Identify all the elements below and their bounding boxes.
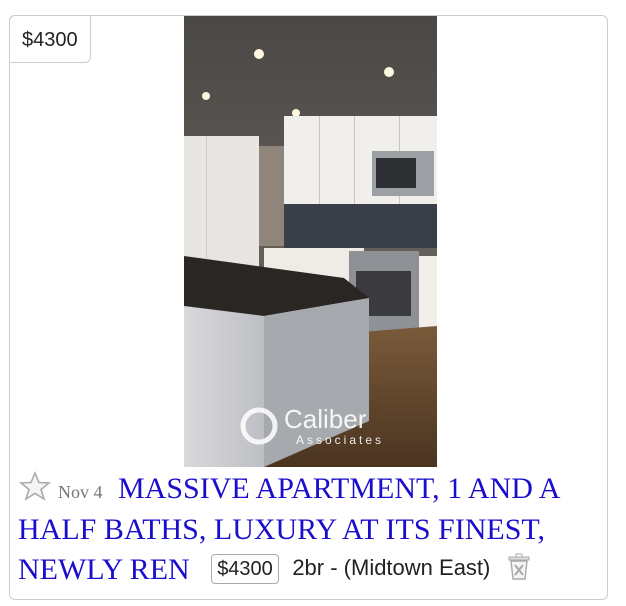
listing-price: $4300 [211,554,279,584]
listing-info: Nov 4 MASSIVE APARTMENT, 1 AND A HALF BA… [18,470,608,589]
listing-housing-info: 2br - (Midtown East) [292,555,491,580]
listing-date: Nov 4 [58,482,103,502]
price-badge: $4300 [9,15,91,63]
watermark-line2: Associates [296,433,384,447]
watermark-line1: Caliber [284,404,367,434]
kitchen-image: Caliber Associates [184,16,437,467]
trash-icon[interactable] [506,553,532,581]
star-icon[interactable] [18,470,52,501]
listing-photo[interactable]: Caliber Associates [184,16,437,467]
